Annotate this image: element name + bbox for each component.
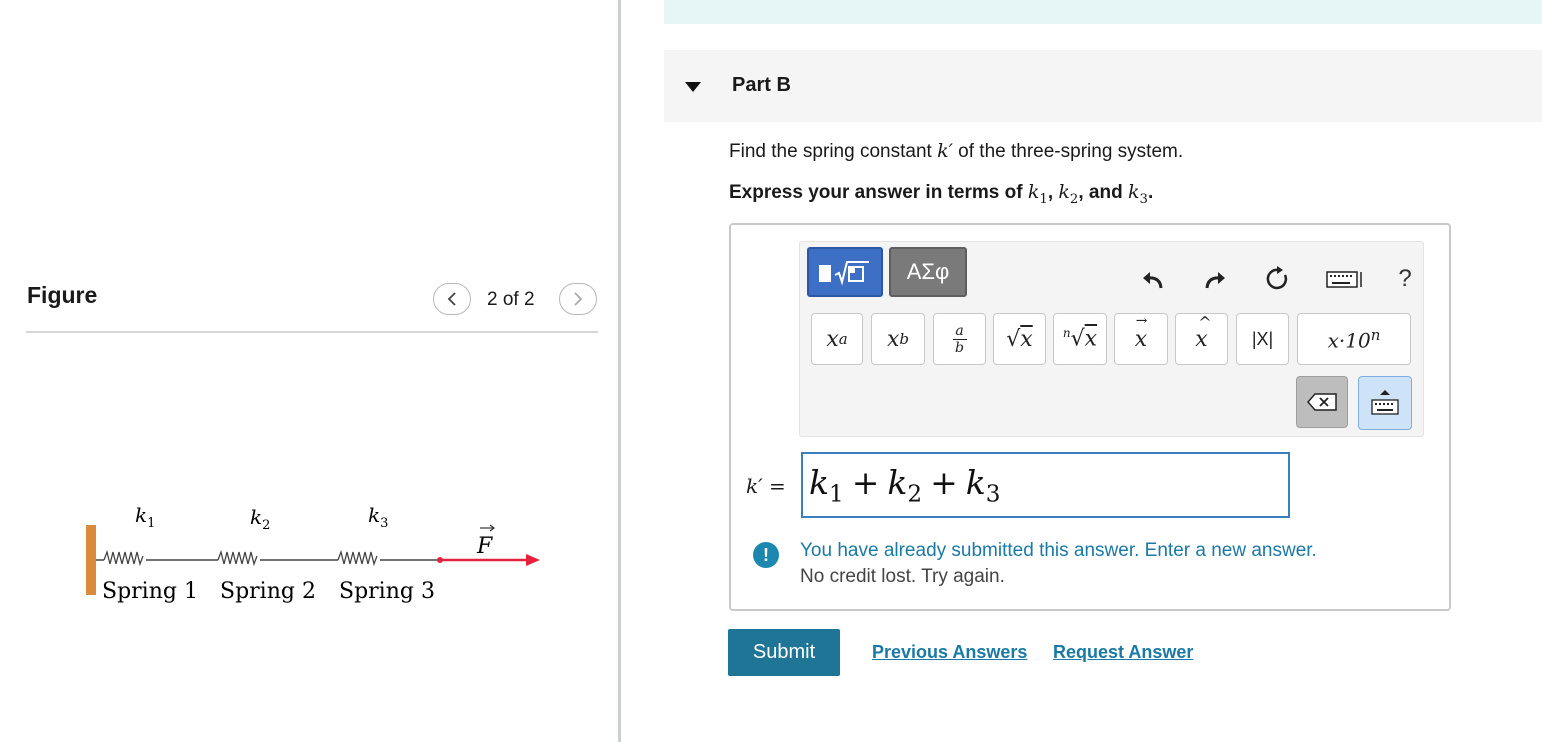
alert-icon: ! (753, 542, 779, 568)
k1-label: k1 (135, 503, 155, 531)
chevron-right-icon (574, 292, 583, 306)
sqrt-key[interactable]: √x (993, 313, 1046, 365)
part-header[interactable] (664, 50, 1542, 122)
question-text: Find the spring constant k′ of the three… (729, 140, 1184, 162)
submit-button[interactable]: Submit (728, 629, 840, 676)
spring-2-label: Spring 2 (220, 579, 316, 604)
answer-operator: + (930, 462, 958, 502)
var-k2: k2 (1058, 181, 1079, 207)
k3-label: k3 (368, 503, 388, 531)
previous-figure-button[interactable] (433, 283, 471, 315)
keyboard-up-icon (1371, 390, 1399, 415)
answer-term: k3 (965, 462, 1001, 508)
vector-key[interactable]: x → (1114, 313, 1168, 365)
answer-term: k2 (887, 462, 923, 508)
request-answer-link[interactable]: Request Answer (1053, 642, 1193, 663)
template-sqrt-icon (819, 261, 869, 286)
answer-label: k′ = (746, 474, 786, 498)
collapse-caret-icon[interactable] (683, 80, 703, 94)
keyboard-icon[interactable] (1325, 264, 1365, 294)
unit-vector-key[interactable]: x ^ (1175, 313, 1228, 365)
sci-notation-key[interactable]: x·10n (1297, 313, 1411, 365)
instruction-text: Express your answer in terms of k1, k2, … (729, 181, 1154, 207)
k2-label: k2 (250, 505, 270, 533)
answer-expression: k1 + k2 + k3 (809, 463, 1000, 508)
feedback-message: You have already submitted this answer. … (800, 540, 1317, 561)
show-keyboard-key[interactable] (1358, 376, 1412, 430)
feedback-subtext: No credit lost. Try again. (800, 566, 1005, 587)
panel-divider (618, 0, 621, 742)
var-k3: k3 (1128, 181, 1148, 207)
help-icon[interactable]: ? (1390, 264, 1420, 294)
spring-system-figure: F k1 k2 k3 Spring 1 Spring 2 Spring 3 (86, 503, 540, 604)
figure-title: Figure (27, 282, 98, 308)
top-banner (664, 0, 1542, 24)
spring-2 (217, 549, 258, 567)
backspace-icon (1307, 393, 1337, 411)
previous-answers-link[interactable]: Previous Answers (872, 642, 1027, 663)
figure-counter: 2 of 2 (487, 289, 535, 310)
spring-3 (337, 549, 378, 567)
spring-1 (103, 549, 144, 567)
figure-divider (26, 331, 598, 333)
greek-symbols-button[interactable]: ΑΣφ (889, 247, 967, 297)
spring-3-label: Spring 3 (339, 579, 435, 604)
chevron-left-icon (447, 292, 456, 306)
undo-icon[interactable] (1138, 264, 1168, 294)
templates-button[interactable] (807, 247, 883, 297)
answer-input[interactable]: k1 + k2 + k3 (801, 452, 1290, 518)
backspace-key[interactable] (1296, 376, 1348, 428)
part-title: Part B (732, 74, 791, 96)
nth-root-key[interactable]: n√x (1053, 313, 1107, 365)
reset-icon[interactable] (1263, 264, 1293, 294)
var-k1: k1 (1027, 181, 1048, 207)
answer-operator: + (851, 462, 880, 502)
wall (86, 525, 96, 595)
subscript-key[interactable]: xb (871, 313, 925, 365)
next-figure-button[interactable] (559, 283, 597, 315)
redo-icon[interactable] (1200, 264, 1230, 294)
superscript-key[interactable]: xa (811, 313, 863, 365)
force-label: F (476, 534, 493, 559)
spring-1-label: Spring 1 (102, 579, 198, 604)
fraction-key[interactable]: ab (933, 313, 986, 365)
answer-term: k1 (809, 462, 844, 508)
abs-key[interactable]: |X| (1236, 313, 1289, 365)
